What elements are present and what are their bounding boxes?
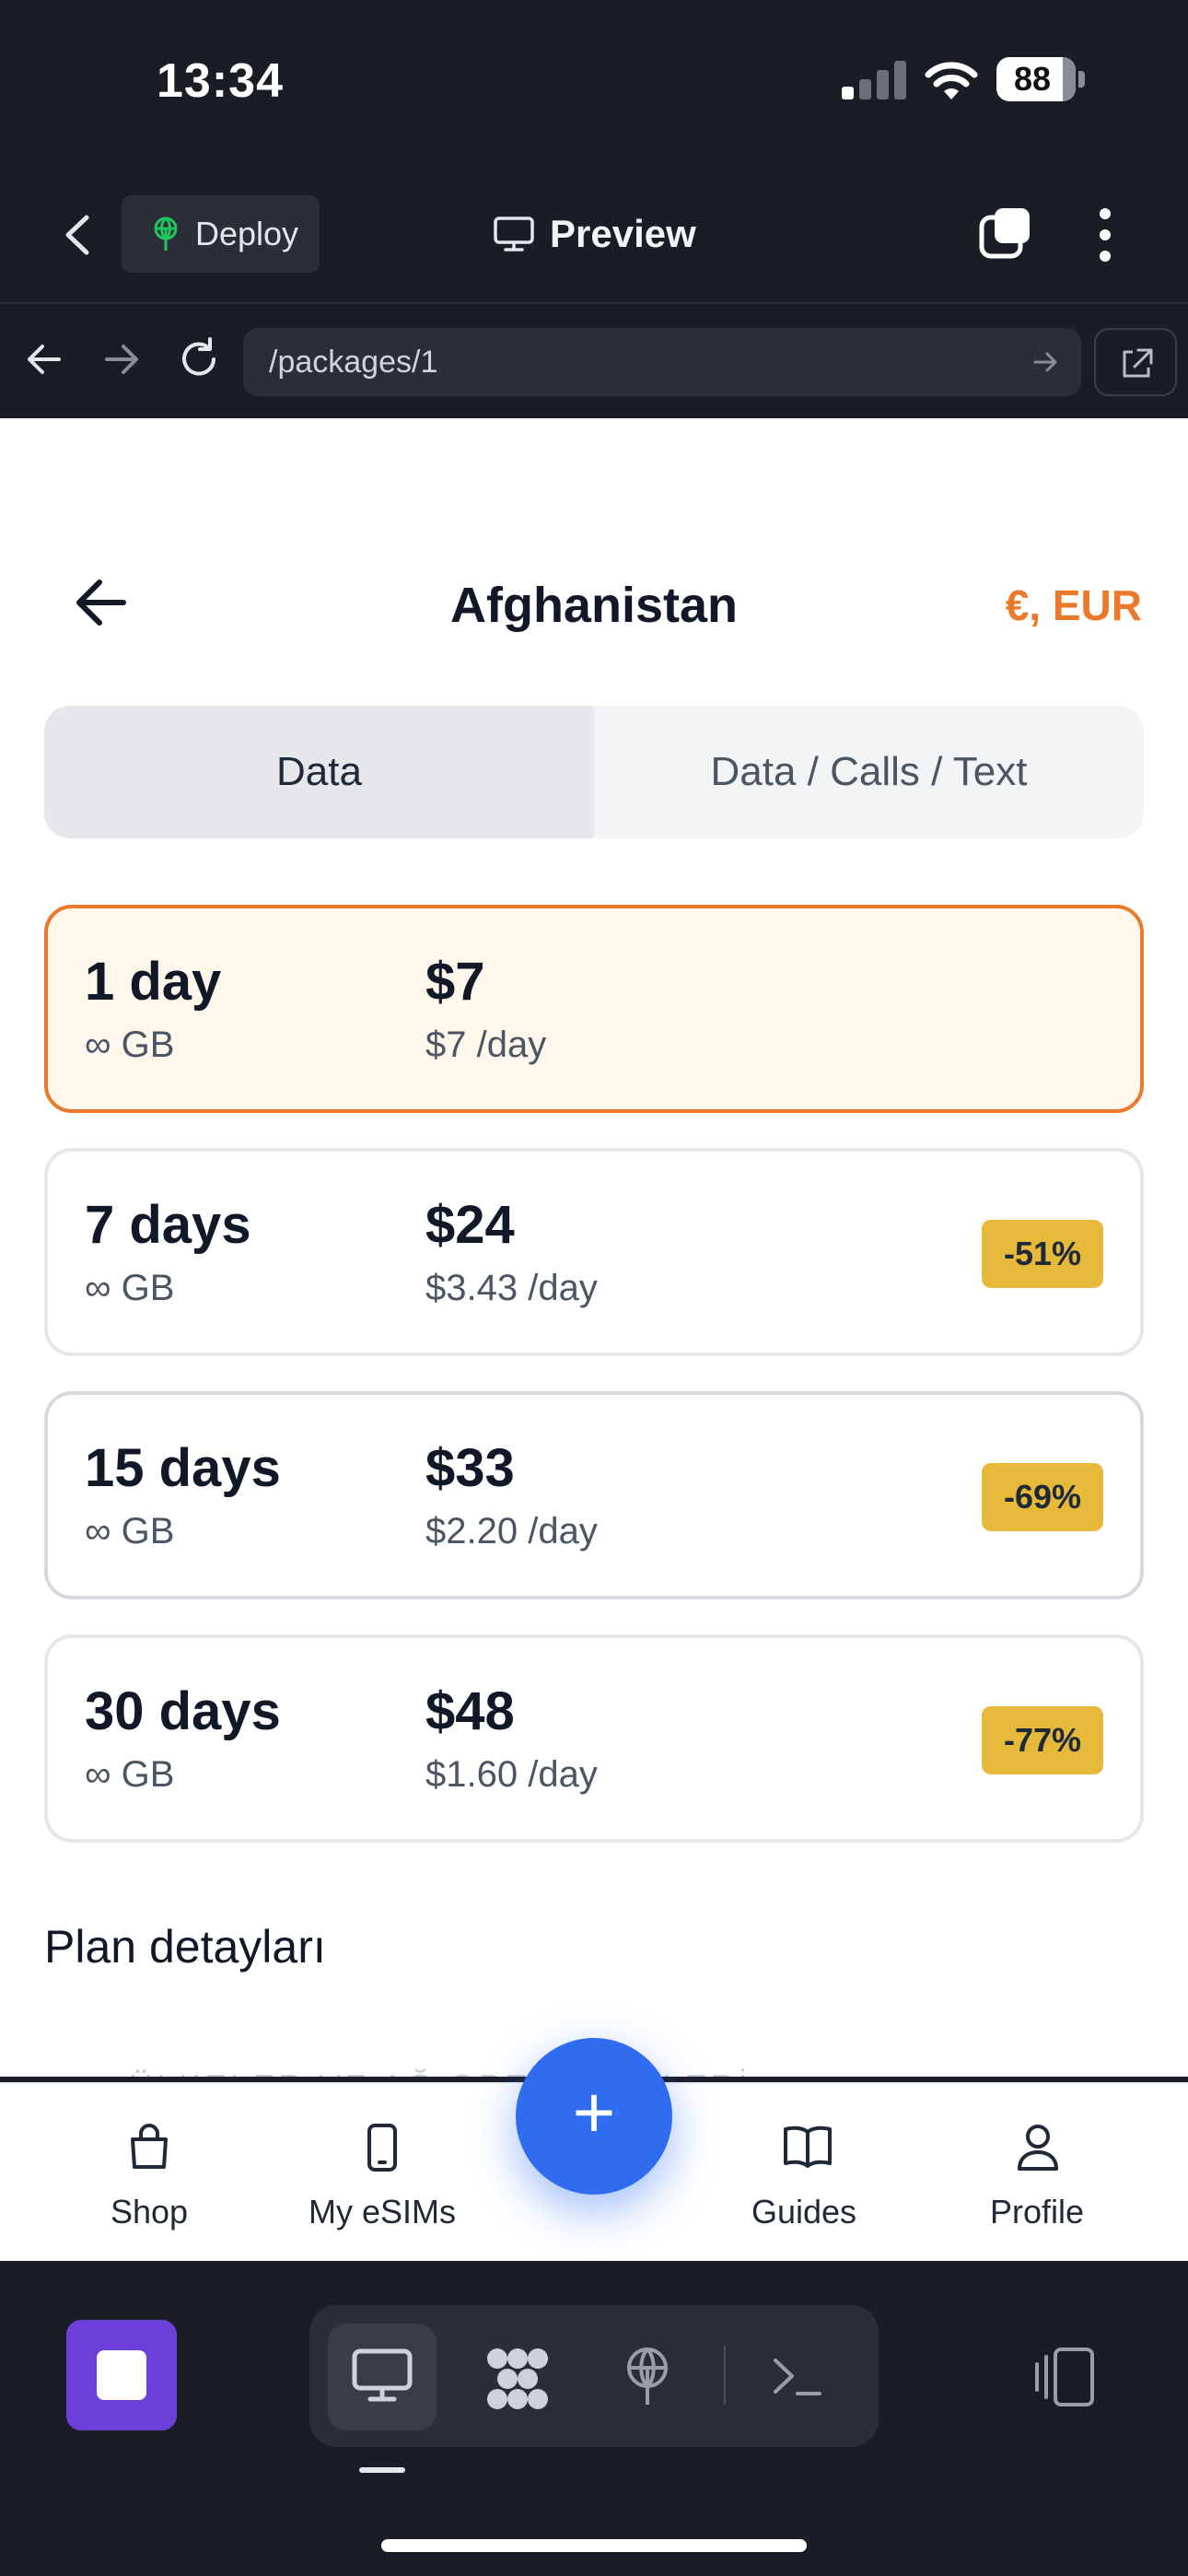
home-indicator: [381, 2539, 807, 2552]
add-fab-button[interactable]: +: [516, 2038, 672, 2195]
tab-label: My eSIMs: [308, 2193, 456, 2231]
status-time: 13:34: [157, 54, 284, 108]
tab-guides[interactable]: Guides: [703, 2084, 905, 2263]
plan-details-heading: Plan detayları: [44, 1921, 326, 1973]
package-data: ∞ GB: [85, 1025, 175, 1065]
plan-type-tabs: Data Data / Calls / Text: [44, 706, 1144, 838]
shopping-bag-icon: [131, 2124, 168, 2169]
preview-label: Preview: [550, 212, 696, 255]
package-price: $48: [425, 1681, 515, 1741]
active-tool-indicator: [359, 2467, 405, 2473]
package-card-15-days[interactable]: 15 days ∞ GB $33 $2.20 /day -69%: [44, 1391, 1144, 1599]
tab-label: Profile: [989, 2193, 1085, 2231]
battery-icon: 88: [996, 57, 1085, 101]
package-card-1-day[interactable]: 1 day ∞ GB $7 $7 /day: [44, 905, 1144, 1113]
phone-icon: [367, 2124, 397, 2172]
package-price-per-day: $2.20 /day: [425, 1511, 598, 1551]
package-card-7-days[interactable]: 7 days ∞ GB $24 $3.43 /day -51%: [44, 1148, 1144, 1356]
package-price: $24: [425, 1195, 515, 1255]
tool-shell[interactable]: [742, 2324, 851, 2430]
package-data: ∞ GB: [85, 1754, 175, 1795]
tab-label: Shop: [110, 2193, 189, 2231]
stop-icon: [97, 2350, 146, 2400]
monitor-icon: [352, 2348, 413, 2402]
package-price-per-day: $1.60 /day: [425, 1754, 598, 1795]
deploy-label: Deploy: [195, 215, 299, 252]
url-text: /packages/1: [269, 345, 438, 380]
wifi-icon: [925, 62, 978, 100]
arrow-right-icon[interactable]: [94, 332, 149, 387]
package-data: ∞ GB: [85, 1268, 175, 1308]
split-view-icon[interactable]: [1031, 2344, 1098, 2410]
arrow-left-icon[interactable]: [17, 332, 72, 387]
workspace-toolbar: [0, 2261, 1188, 2576]
back-chevron-icon[interactable]: [55, 210, 101, 260]
preview-title: Preview: [493, 206, 696, 262]
monitor-icon: [494, 217, 534, 252]
currency-selector[interactable]: €, EUR: [1006, 580, 1142, 630]
divider: [724, 2346, 726, 2405]
user-icon: [1018, 2125, 1058, 2171]
package-price-per-day: $3.43 /day: [425, 1268, 598, 1308]
open-external-button[interactable]: [1094, 328, 1177, 396]
tab-data[interactable]: Data: [44, 706, 594, 838]
tab-shop[interactable]: Shop: [48, 2084, 250, 2263]
deploy-icon: [154, 217, 178, 251]
url-input[interactable]: /packages/1: [243, 328, 1081, 396]
app-header: Deploy Preview: [0, 166, 1188, 304]
reload-icon[interactable]: [171, 332, 227, 387]
tab-my-esims[interactable]: My eSIMs: [281, 2084, 483, 2263]
url-bar: /packages/1: [0, 306, 1188, 418]
package-price-per-day: $7 /day: [425, 1025, 547, 1065]
package-duration: 15 days: [85, 1438, 281, 1498]
discount-badge: -51%: [981, 1220, 1103, 1288]
battery-level: 88: [1013, 60, 1052, 98]
stop-button[interactable]: [66, 2320, 177, 2430]
preview-page: Afghanistan €, EUR Data Data / Calls / T…: [0, 418, 1188, 2077]
agent-icon: [487, 2348, 548, 2409]
package-duration: 30 days: [85, 1681, 281, 1741]
deploy-globe-icon: [627, 2348, 668, 2405]
status-bar: 13:34 88: [0, 0, 1188, 166]
cellular-signal-icon: [842, 61, 906, 100]
tab-profile[interactable]: Profile: [936, 2084, 1138, 2263]
discount-badge: -77%: [981, 1706, 1103, 1774]
package-duration: 7 days: [85, 1195, 251, 1255]
package-duration: 1 day: [85, 952, 222, 1012]
discount-badge: -69%: [981, 1463, 1103, 1531]
tab-label: Guides: [751, 2193, 857, 2231]
more-options-icon[interactable]: [1089, 206, 1122, 263]
tool-preview[interactable]: [328, 2324, 437, 2430]
package-price: $7: [425, 952, 485, 1012]
tool-group: [309, 2305, 879, 2447]
external-link-icon: [1123, 348, 1153, 378]
package-card-30-days[interactable]: 30 days ∞ GB $48 $1.60 /day -77%: [44, 1634, 1144, 1843]
book-icon: [784, 2125, 832, 2168]
go-arrow-icon[interactable]: [1028, 345, 1063, 380]
package-price: $33: [425, 1438, 515, 1498]
package-data: ∞ GB: [85, 1511, 175, 1551]
tabs-icon[interactable]: [978, 205, 1035, 262]
tool-agent[interactable]: [460, 2324, 569, 2430]
terminal-icon: [774, 2359, 821, 2395]
tool-deployments[interactable]: [593, 2324, 702, 2430]
deploy-button[interactable]: Deploy: [122, 195, 320, 273]
tab-data-calls-text[interactable]: Data / Calls / Text: [594, 706, 1144, 838]
